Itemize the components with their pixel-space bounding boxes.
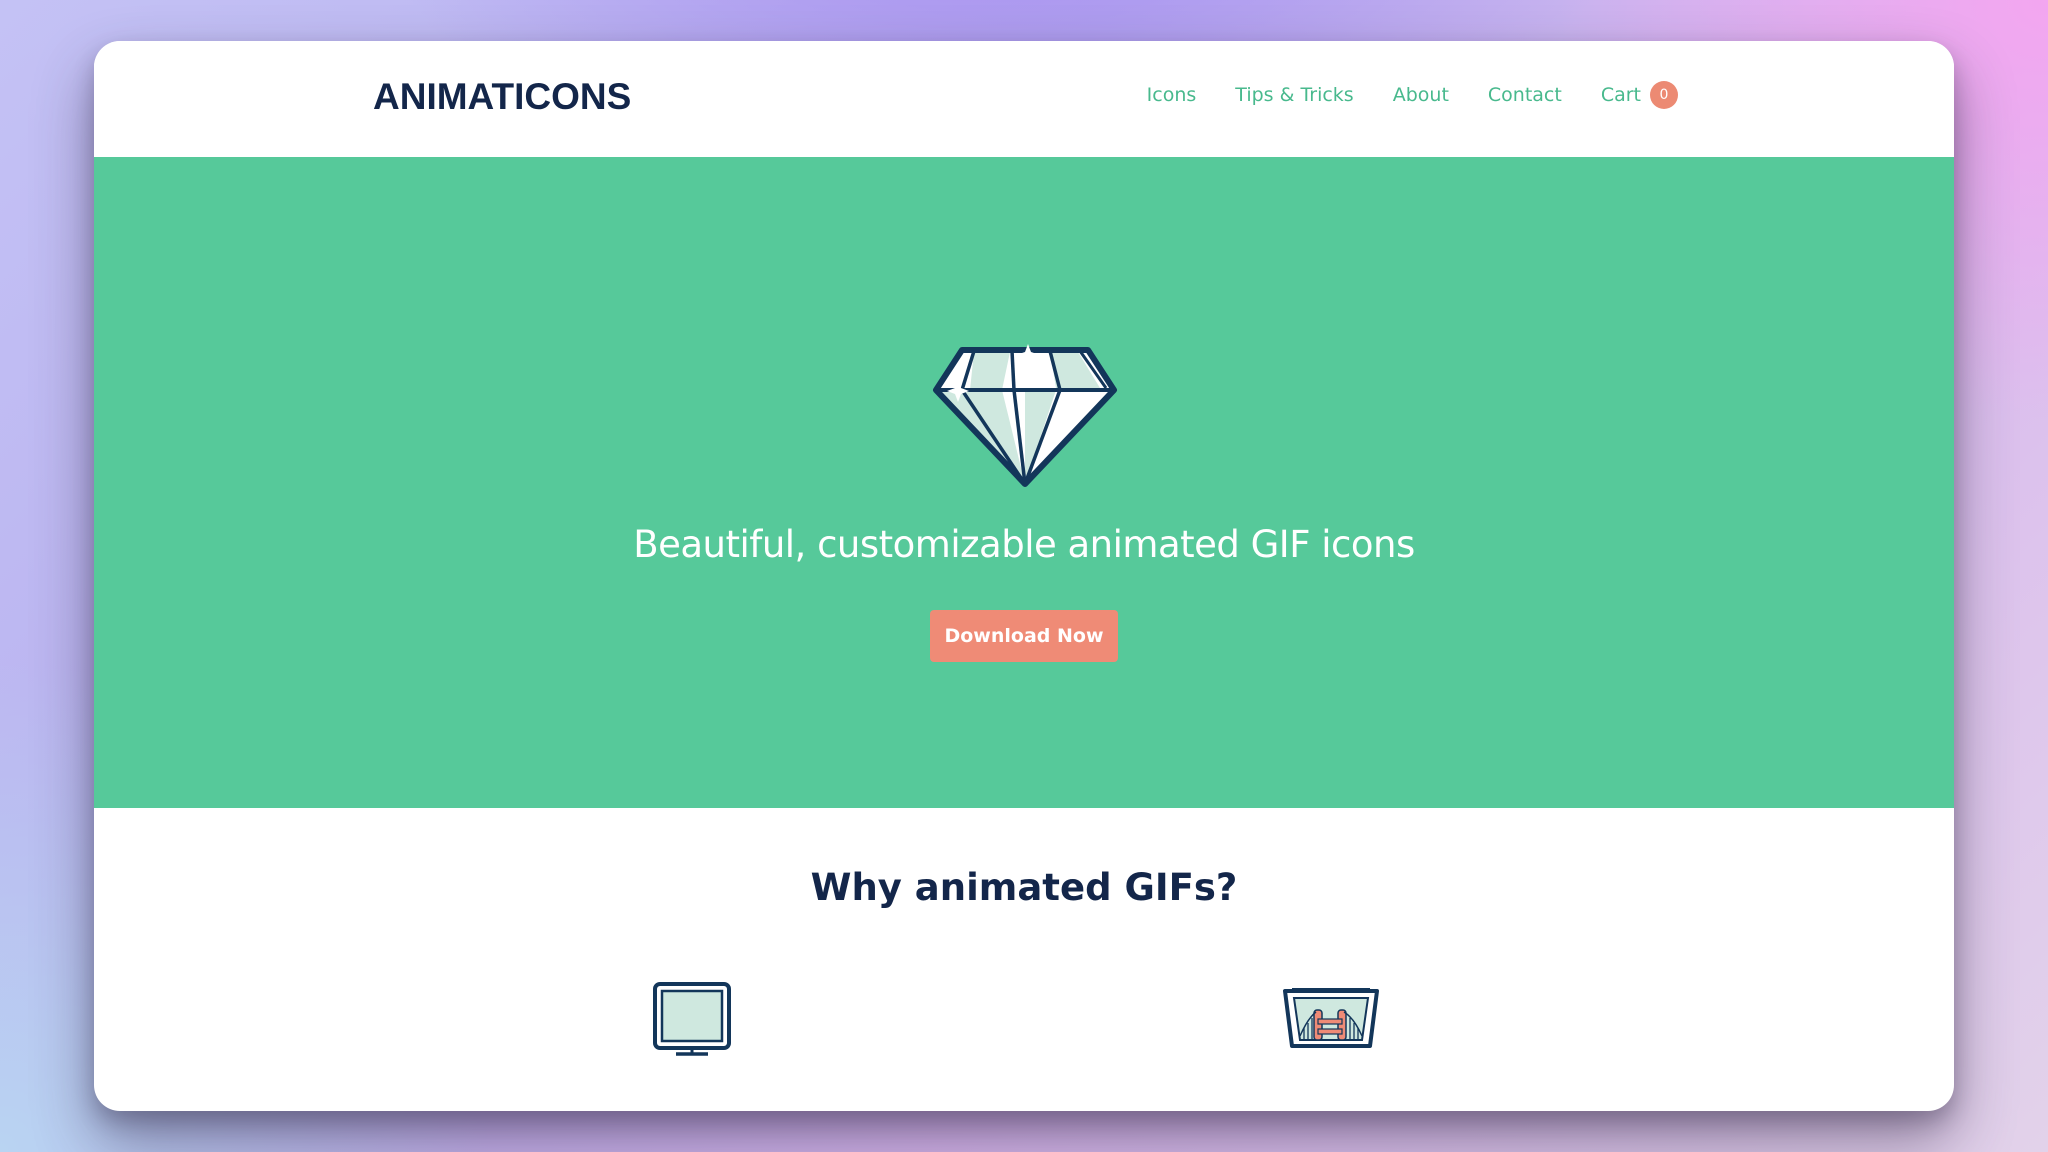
nav-tips-tricks[interactable]: Tips & Tricks [1235, 84, 1353, 106]
hero-tagline: Beautiful, customizable animated GIF ico… [633, 523, 1415, 566]
nav-icons[interactable]: Icons [1147, 84, 1197, 106]
site-logo[interactable]: ANIMATICONS [373, 76, 631, 118]
nav-contact[interactable]: Contact [1488, 84, 1562, 106]
monitor-icon [653, 982, 731, 1056]
nav-cart[interactable]: Cart 0 [1601, 81, 1678, 109]
bridge-picture-icon [1283, 988, 1379, 1048]
browser-page: ANIMATICONS Icons Tips & Tricks About Co… [94, 41, 1954, 1111]
diamond-icon [933, 344, 1117, 487]
nav-about[interactable]: About [1393, 84, 1449, 106]
main-nav: Icons Tips & Tricks About Contact Cart 0 [1147, 81, 1678, 109]
download-now-button[interactable]: Download Now [930, 610, 1118, 662]
section-title: Why animated GIFs? [810, 866, 1238, 909]
cart-label: Cart [1600, 84, 1641, 106]
hero-section: Beautiful, customizable animated GIF ico… [94, 157, 1954, 808]
why-section: Why animated GIFs? [94, 808, 1954, 1111]
cart-count-badge: 0 [1650, 81, 1678, 109]
site-header: ANIMATICONS Icons Tips & Tricks About Co… [94, 41, 1954, 157]
